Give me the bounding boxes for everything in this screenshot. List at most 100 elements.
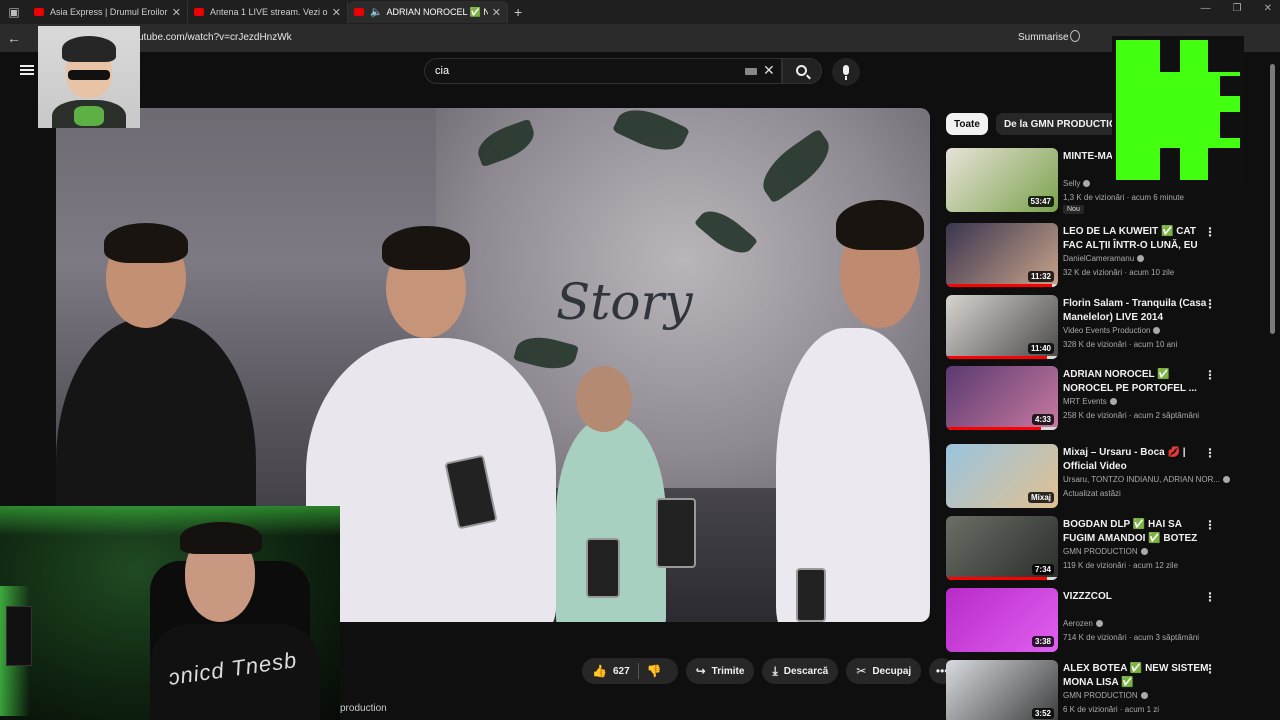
video-thumbnail[interactable]: 7:34 bbox=[946, 516, 1058, 580]
browser-tab-0[interactable]: Asia Express | Drumul Eroilor e cu... ✕ bbox=[28, 1, 188, 23]
recommendation-item[interactable]: 3:38 VIZZZCOL Aerozen 714 K de vizionări · … bbox=[946, 588, 1262, 654]
recommendation-title[interactable]: ADRIAN NOROCEL ✅ NOROCEL PE PORTOFEL ... bbox=[1063, 368, 1213, 396]
recommendation-title[interactable]: BOGDAN DLP ✅ HAI SA FUGIM AMANDOI ✅ BOTE… bbox=[1063, 518, 1213, 546]
recommendation-title[interactable]: Florin Salam - Tranquila (Casa Manelelor… bbox=[1063, 297, 1213, 325]
download-icon: ⤓ bbox=[772, 663, 778, 678]
more-options-icon[interactable]: ⋮ bbox=[1204, 662, 1216, 676]
share-button[interactable]: ↪ Trimite bbox=[685, 658, 755, 684]
video-thumbnail[interactable]: 4:33 bbox=[946, 366, 1058, 430]
browser-address-bar: ← utube.com/watch?v=crJezdHnzWk Summaris… bbox=[0, 24, 1280, 52]
video-duration: 7:34 bbox=[1031, 564, 1054, 575]
youtube-favicon-icon bbox=[194, 8, 204, 16]
recommendation-item[interactable]: 11:32 LEO DE LA KUWEIT ✅ CAT FAC ALȚII ÎN… bbox=[946, 223, 1262, 289]
verified-check-icon bbox=[1140, 692, 1148, 700]
summarise-icon[interactable] bbox=[1070, 30, 1080, 42]
search-button[interactable] bbox=[782, 58, 822, 84]
clear-search-icon[interactable]: ✕ bbox=[763, 62, 775, 79]
youtube-favicon-icon bbox=[354, 8, 364, 16]
summarise-button[interactable]: Summarise bbox=[1018, 32, 1069, 43]
chip-all[interactable]: Toate bbox=[946, 113, 988, 135]
video-duration: 3:38 bbox=[1031, 636, 1054, 647]
download-button[interactable]: ⤓ Descarcă bbox=[762, 658, 839, 684]
watch-progress-fill bbox=[946, 356, 1047, 359]
verified-check-icon bbox=[1109, 398, 1117, 406]
video-thumbnail[interactable]: 11:32 bbox=[946, 223, 1058, 287]
video-performer-hair bbox=[104, 223, 188, 263]
video-thumbnail[interactable]: 3:38 bbox=[946, 588, 1058, 652]
watch-progress-fill bbox=[946, 577, 1047, 580]
channel-name: Video Events Production bbox=[1063, 326, 1151, 335]
like-icon[interactable]: 👍 bbox=[592, 664, 607, 678]
voice-search-mic-icon[interactable] bbox=[832, 58, 860, 86]
channel-name-text[interactable]: production bbox=[340, 703, 387, 714]
recommendation-channel[interactable]: Ursaru, TONTZO INDIANU, ADRIAN NOR... bbox=[1063, 475, 1231, 484]
channel-name: GMN PRODUCTION bbox=[1063, 547, 1138, 556]
recommendation-title[interactable]: LEO DE LA KUWEIT ✅ CAT FAC ALȚII ÎNTR-O … bbox=[1063, 225, 1213, 253]
speaker-icon[interactable]: 🔈 bbox=[370, 7, 382, 18]
close-tab-icon[interactable]: ✕ bbox=[172, 6, 181, 19]
back-arrow-icon[interactable]: ← bbox=[0, 30, 28, 46]
recommendation-item[interactable]: 7:34 BOGDAN DLP ✅ HAI SA FUGIM AMANDOI ✅ … bbox=[946, 516, 1262, 582]
recommendation-title[interactable]: Mixaj – Ursaru - Boca 💋 | Official Video bbox=[1063, 446, 1213, 474]
video-performer-hair bbox=[836, 200, 924, 250]
like-dislike-group: 👍 627 👎 bbox=[582, 658, 678, 684]
url-field[interactable]: utube.com/watch?v=crJezdHnzWk bbox=[138, 32, 292, 43]
video-duration: Mixaj bbox=[1027, 492, 1054, 503]
close-window-icon[interactable]: ✕ bbox=[1264, 3, 1272, 14]
recommendation-item[interactable]: 11:40 Florin Salam - Tranquila (Casa Mane… bbox=[946, 295, 1262, 361]
keyboard-icon[interactable] bbox=[745, 68, 757, 75]
minimize-icon[interactable]: — bbox=[1201, 3, 1211, 14]
recommendation-item[interactable]: 4:33 ADRIAN NOROCEL ✅ NOROCEL PE PORTOFEL… bbox=[946, 366, 1262, 432]
watch-progress-bar bbox=[946, 577, 1058, 580]
webcam-person-hair bbox=[180, 522, 262, 554]
close-tab-icon[interactable]: ✕ bbox=[332, 6, 341, 19]
browser-tab-2[interactable]: 🔈 ADRIAN NOROCEL ✅ NEW B... ✕ bbox=[348, 1, 508, 23]
tab-overview-icon[interactable]: ▣ bbox=[0, 0, 28, 24]
new-tab-icon[interactable]: + bbox=[514, 4, 522, 20]
clip-button[interactable]: ✂ Decupaj bbox=[846, 658, 922, 684]
recommendation-meta: Actualizat astăzi bbox=[1063, 489, 1121, 498]
recommendation-meta: 6 K de vizionări · acum 1 zi bbox=[1063, 705, 1160, 714]
more-options-icon[interactable]: ⋮ bbox=[1204, 368, 1216, 382]
video-thumbnail[interactable]: Mixaj bbox=[946, 444, 1058, 508]
search-icon bbox=[796, 65, 807, 76]
recommendation-channel[interactable]: Selly bbox=[1063, 179, 1091, 188]
share-icon: ↪ bbox=[695, 664, 706, 678]
channel-name: Ursaru, TONTZO INDIANU, ADRIAN NOR... bbox=[1063, 475, 1221, 484]
recommendation-channel[interactable]: MRT Events bbox=[1063, 397, 1117, 406]
restore-icon[interactable]: ❐ bbox=[1233, 3, 1242, 14]
recommendation-channel[interactable]: GMN PRODUCTION bbox=[1063, 691, 1148, 700]
recommendation-channel[interactable]: GMN PRODUCTION bbox=[1063, 547, 1148, 556]
search-box[interactable]: cia ✕ bbox=[424, 58, 782, 84]
more-options-icon[interactable]: ⋮ bbox=[1204, 446, 1216, 460]
more-options-icon[interactable]: ⋮ bbox=[1204, 297, 1216, 311]
recommendation-title[interactable]: ALEX BOTEA ✅ NEW SISTEM MONA LISA ✅ bbox=[1063, 662, 1213, 690]
browser-tab-1[interactable]: Antena 1 LIVE stream. Vezi online... ✕ bbox=[188, 1, 348, 23]
clip-label: Decupaj bbox=[872, 665, 912, 677]
video-thumbnail[interactable]: 53:47 bbox=[946, 148, 1058, 212]
more-options-icon[interactable]: ⋮ bbox=[1204, 590, 1216, 604]
recommendation-meta: 1,3 K de vizionări · acum 6 minute bbox=[1063, 193, 1184, 202]
hamburger-menu-icon[interactable] bbox=[20, 65, 34, 75]
more-options-icon[interactable]: ⋮ bbox=[1204, 225, 1216, 239]
recommendation-channel[interactable]: Aerozen bbox=[1063, 619, 1103, 628]
close-tab-icon[interactable]: ✕ bbox=[492, 6, 501, 19]
like-count[interactable]: 627 bbox=[613, 666, 630, 677]
video-thumbnail[interactable]: 3:52 bbox=[946, 660, 1058, 720]
more-options-icon[interactable]: ⋮ bbox=[1204, 518, 1216, 532]
dislike-icon[interactable]: 👎 bbox=[647, 664, 662, 678]
recommendation-item[interactable]: Mixaj Mixaj – Ursaru - Boca 💋 | Official … bbox=[946, 444, 1262, 510]
watch-progress-fill bbox=[946, 427, 1042, 430]
verified-check-icon bbox=[1140, 548, 1148, 556]
page-scrollbar-thumb[interactable] bbox=[1270, 64, 1275, 334]
recommendation-channel[interactable]: Video Events Production bbox=[1063, 326, 1161, 335]
search-input[interactable]: cia bbox=[435, 65, 449, 77]
recommendation-item[interactable]: 3:52 ALEX BOTEA ✅ NEW SISTEM MONA LISA ✅ G… bbox=[946, 660, 1262, 720]
channel-name: GMN PRODUCTION bbox=[1063, 691, 1138, 700]
watch-progress-bar bbox=[946, 427, 1058, 430]
recommendation-meta: 119 K de vizionări · acum 12 zile bbox=[1063, 561, 1179, 570]
video-thumbnail[interactable]: 11:40 bbox=[946, 295, 1058, 359]
recommendation-title[interactable]: VIZZZCOL bbox=[1063, 590, 1213, 604]
avatar-body bbox=[52, 100, 126, 128]
recommendation-channel[interactable]: DanielCameramanu bbox=[1063, 254, 1145, 263]
